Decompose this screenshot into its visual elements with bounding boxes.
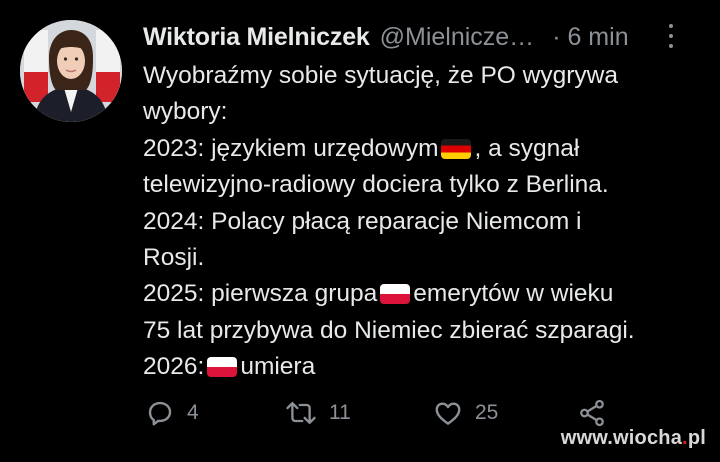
tweet-text-segment: umiera — [240, 353, 316, 381]
tweet-line: 2025: pierwsza grupa emerytów w wieku — [143, 276, 708, 312]
tweet-text-segment: , a sygnał — [474, 134, 580, 162]
tweet-text-segment: 2024: Polacy płacą reparacje Niemcom i — [143, 207, 582, 235]
tweet-text: Wyobraźmy sobie sytuację, że PO wygrywa w… — [143, 58, 708, 386]
tweet-text-segment: emerytów w wieku — [413, 280, 614, 308]
reply-button[interactable]: 4 — [145, 398, 199, 428]
like-button[interactable]: 25 — [433, 398, 498, 428]
tweet-header: Wiktoria Mielniczek @Mielnicze… · 6 min — [143, 20, 703, 54]
tweet-time[interactable]: · 6 min — [552, 23, 628, 52]
tweet-text-segment: 2023: językiem urzędowym — [143, 134, 439, 162]
tweet-line: 75 lat przybywa do Niemiec zbierać szpar… — [143, 313, 708, 349]
reply-count: 4 — [187, 401, 199, 424]
tweet-line: telewizyjno-radiowy dociera tylko z Berl… — [143, 167, 708, 203]
poland-flag-icon — [380, 284, 411, 305]
share-button[interactable] — [577, 398, 607, 428]
avatar[interactable] — [20, 20, 122, 122]
author-name[interactable]: Wiktoria Mielniczek — [143, 23, 370, 52]
poland-flag-icon — [207, 357, 238, 378]
watermark: www.wiocha.pl — [561, 427, 706, 450]
germany-flag-icon — [441, 138, 472, 159]
avatar-photo — [20, 20, 122, 122]
author-handle[interactable]: @Mielnicze… — [380, 23, 535, 52]
retweet-button[interactable]: 11 — [285, 398, 351, 428]
tweet-text-segment: telewizyjno-radiowy dociera tylko z Berl… — [143, 171, 609, 199]
tweet-line: 2026: umiera — [143, 349, 708, 385]
reply-icon — [148, 401, 172, 426]
watermark-pre: www. — [560, 427, 614, 449]
retweet-icon — [286, 401, 316, 425]
tweet-text-segment: Rosji. — [143, 243, 205, 271]
tweet-line: wybory: — [143, 94, 708, 130]
tweet-line: Wyobraźmy sobie sytuację, że PO wygrywa — [143, 58, 708, 94]
tweet-text-segment: 2026: — [143, 353, 205, 381]
share-icon — [580, 399, 604, 427]
tweet-text-segment: 2025: pierwsza grupa — [143, 280, 378, 308]
tweet-line: Rosji. — [143, 240, 708, 276]
tweet-text-segment: wybory: — [143, 98, 228, 126]
tweet-line: 2024: Polacy płacą reparacje Niemcom i — [143, 204, 708, 240]
tweet[interactable]: Wiktoria Mielniczek @Mielnicze… · 6 min … — [0, 0, 720, 462]
tweet-line: 2023: językiem urzędowym , a sygnał — [143, 131, 708, 167]
heart-icon — [435, 402, 461, 425]
watermark-brand: wiocha — [613, 427, 683, 449]
tweet-text-segment: 75 lat przybywa do Niemiec zbierać szpar… — [143, 316, 635, 344]
more-options-icon[interactable] — [667, 24, 675, 48]
retweet-count: 11 — [329, 401, 351, 424]
watermark-tld: pl — [687, 427, 706, 449]
tweet-text-segment: Wyobraźmy sobie sytuację, że PO wygrywa — [143, 62, 618, 89]
like-count: 25 — [475, 401, 499, 424]
